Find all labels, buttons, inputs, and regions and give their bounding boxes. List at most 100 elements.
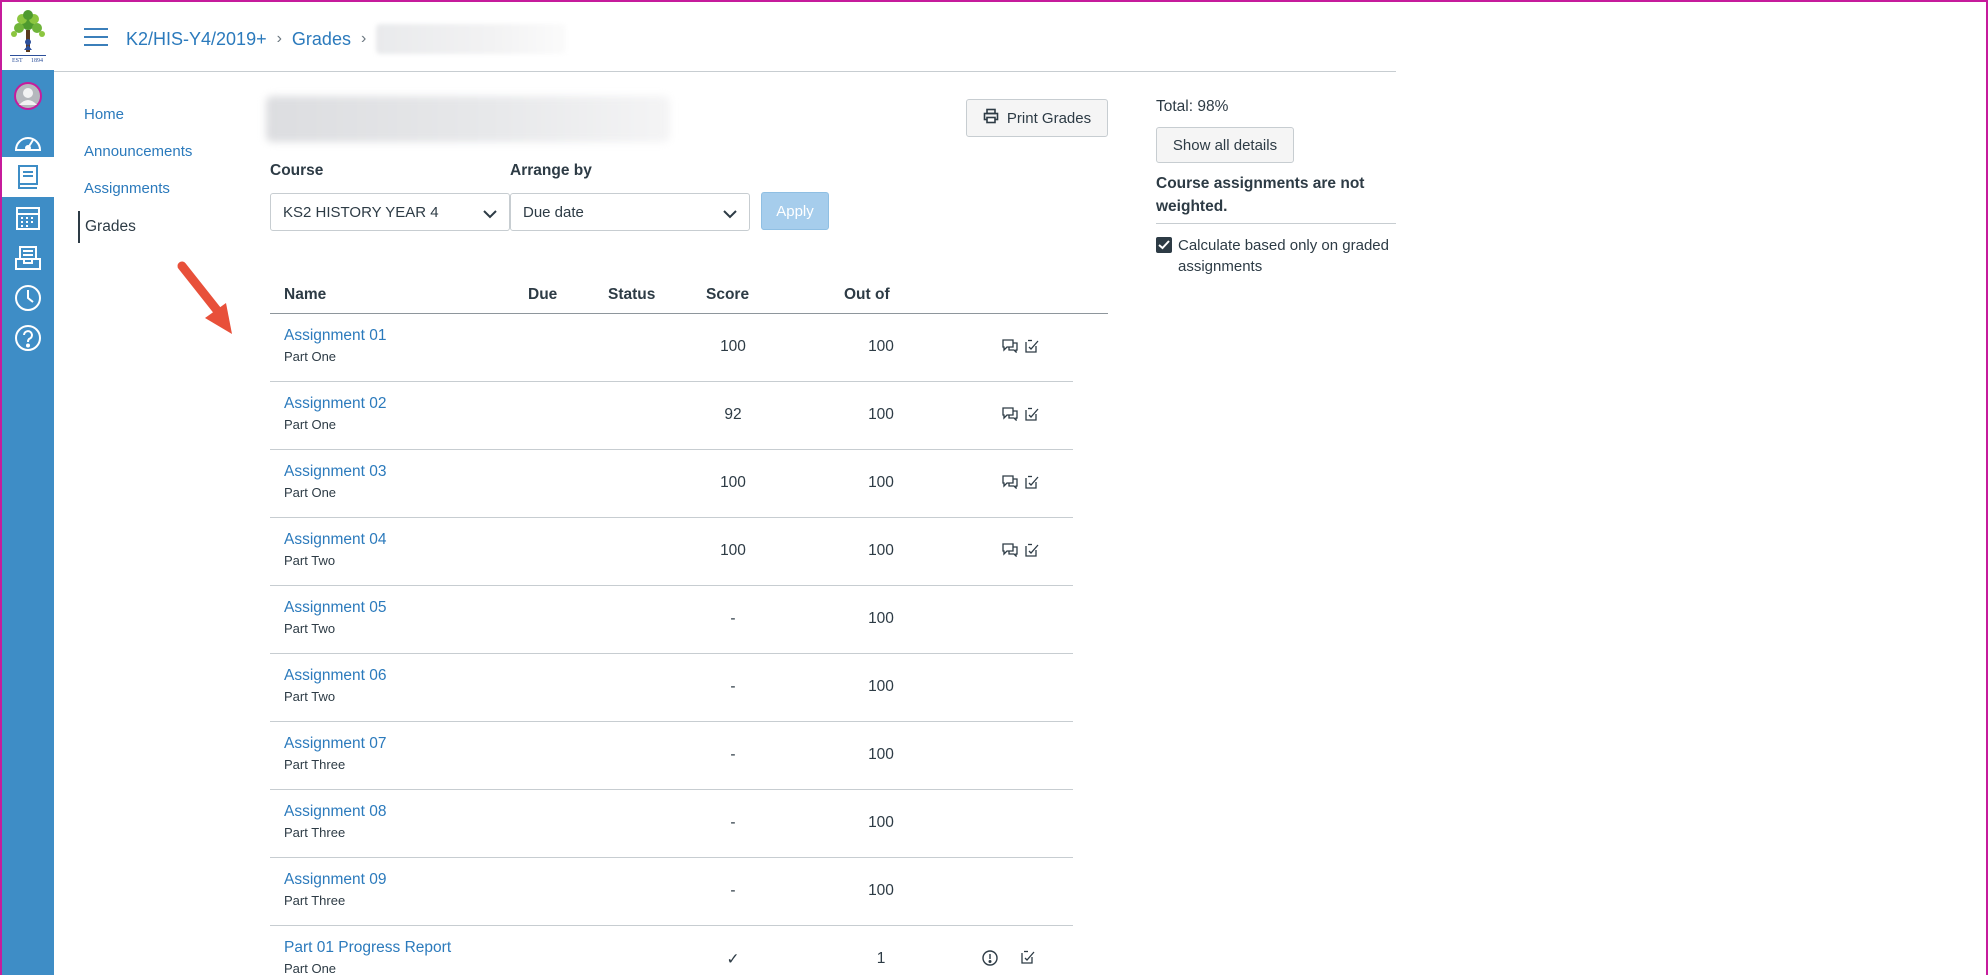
assignment-group: Part Two <box>284 553 336 568</box>
course-nav-assignments[interactable]: Assignments <box>78 174 248 211</box>
assignment-link[interactable]: Assignment 09 <box>284 871 387 889</box>
assignment-link[interactable]: Assignment 07 <box>284 735 387 753</box>
comments-icon[interactable] <box>1002 475 1018 489</box>
column-header-status[interactable]: Status <box>608 286 655 304</box>
rubric-icon[interactable] <box>1024 475 1040 489</box>
breadcrumb-separator-icon: › <box>360 30 367 47</box>
table-row: Assignment 04 Part Two 100 100 <box>270 518 1073 586</box>
chevron-down-icon <box>483 206 497 223</box>
breadcrumb-course[interactable]: K2/HIS-Y4/2019+ <box>126 29 267 50</box>
score-value: - <box>730 610 736 627</box>
rubric-icon[interactable] <box>1024 339 1040 353</box>
table-row: Assignment 06 Part Two - 100 <box>270 654 1073 722</box>
svg-text:1894: 1894 <box>31 58 43 64</box>
assignment-group: Part One <box>284 417 337 432</box>
assignment-group: Part One <box>284 961 337 975</box>
svg-text:EST: EST <box>12 58 23 64</box>
assignment-group: Part Three <box>284 757 346 772</box>
column-header-name[interactable]: Name <box>284 286 326 304</box>
assignment-link[interactable]: Part 01 Progress Report <box>284 939 451 957</box>
annotation-arrow-icon <box>177 261 232 334</box>
warning-icon[interactable] <box>982 950 998 966</box>
out-of-value: 100 <box>868 610 894 627</box>
rubric-icon[interactable] <box>1024 407 1040 421</box>
table-row: Assignment 05 Part Two - 100 <box>270 586 1073 654</box>
assignment-link[interactable]: Assignment 01 <box>284 327 387 345</box>
graded-only-checkbox[interactable] <box>1156 237 1172 253</box>
school-logo[interactable]: EST 1894 <box>2 2 54 70</box>
help-nav-item[interactable] <box>2 318 54 358</box>
show-all-details-button[interactable]: Show all details <box>1156 127 1294 163</box>
inbox-icon <box>14 245 42 271</box>
history-nav-item[interactable] <box>2 278 54 318</box>
assignment-link[interactable]: Assignment 04 <box>284 531 387 549</box>
score-value: - <box>730 882 736 899</box>
score-value: 100 <box>720 542 746 559</box>
column-header-out-of[interactable]: Out of <box>844 286 890 304</box>
rubric-icon[interactable] <box>1024 543 1040 557</box>
global-nav: EST 1894 <box>2 2 54 975</box>
row-actions <box>1002 339 1040 353</box>
page-header: K2/HIS-Y4/2019+ › Grades › <box>54 2 1396 72</box>
course-nav-home[interactable]: Home <box>78 100 248 137</box>
score-value: ✓ <box>726 951 740 968</box>
apply-button[interactable]: Apply <box>761 192 829 230</box>
score-value: 100 <box>720 474 746 491</box>
inbox-nav-item[interactable] <box>2 238 54 278</box>
score-value: - <box>730 814 736 831</box>
arrange-by-select[interactable]: Due date <box>510 193 750 231</box>
table-row: Assignment 01 Part One 100 100 <box>270 314 1073 382</box>
course-nav-announcements[interactable]: Announcements <box>78 137 248 174</box>
graded-only-label[interactable]: Calculate based only on graded assignmen… <box>1178 235 1396 277</box>
course-nav-grades[interactable]: Grades <box>78 211 248 243</box>
chevron-down-icon <box>723 206 737 223</box>
course-nav: Home Announcements Assignments Grades <box>78 100 248 243</box>
breadcrumb-grades[interactable]: Grades <box>292 29 351 50</box>
out-of-value: 100 <box>868 678 894 695</box>
table-row: Assignment 09 Part Three - 100 <box>270 858 1073 926</box>
arrange-filter-label: Arrange by <box>510 162 592 179</box>
dashboard-nav-item[interactable] <box>2 122 54 162</box>
out-of-value: 100 <box>868 542 894 559</box>
out-of-value: 100 <box>868 338 894 355</box>
calendar-nav-item[interactable] <box>2 198 54 238</box>
rubric-icon[interactable] <box>1020 950 1036 966</box>
assignment-link[interactable]: Assignment 05 <box>284 599 387 617</box>
menu-toggle-icon[interactable] <box>84 28 108 46</box>
score-value: - <box>730 678 736 695</box>
divider <box>1156 223 1396 224</box>
table-row: Assignment 07 Part Three - 100 <box>270 722 1073 790</box>
assignment-group: Part One <box>284 485 337 500</box>
assignment-group: Part Three <box>284 825 346 840</box>
column-header-score[interactable]: Score <box>706 286 749 304</box>
courses-nav-item[interactable] <box>2 157 54 197</box>
total-grade: Total: 98% <box>1156 98 1229 115</box>
table-row: Part 01 Progress Report Part One ✓ 1 <box>270 926 1073 975</box>
assignment-link[interactable]: Assignment 02 <box>284 395 387 413</box>
out-of-value: 1 <box>876 950 886 967</box>
score-value: 100 <box>720 338 746 355</box>
print-grades-label: Print Grades <box>1006 109 1092 127</box>
course-select[interactable]: KS2 HISTORY YEAR 4 <box>270 193 510 231</box>
assignment-group: Part Two <box>284 689 336 704</box>
assignment-link[interactable]: Assignment 06 <box>284 667 387 685</box>
arrange-by-select-value: Due date <box>523 203 584 221</box>
grades-table-header: Name Due Status Score Out of <box>270 284 1108 314</box>
weighting-note: Course assignments are not weighted. <box>1156 175 1365 215</box>
comments-icon[interactable] <box>1002 407 1018 421</box>
print-grades-button[interactable]: Print Grades <box>966 99 1108 137</box>
account-nav-item[interactable] <box>2 76 54 116</box>
comments-icon[interactable] <box>1002 339 1018 353</box>
breadcrumb-student-redacted <box>376 24 567 54</box>
assignment-link[interactable]: Assignment 08 <box>284 803 387 821</box>
comments-icon[interactable] <box>1002 543 1018 557</box>
row-actions <box>982 950 1036 966</box>
table-row: Assignment 03 Part One 100 100 <box>270 450 1073 518</box>
column-header-due[interactable]: Due <box>528 286 557 304</box>
course-select-value: KS2 HISTORY YEAR 4 <box>283 203 439 221</box>
row-actions <box>1002 475 1040 489</box>
history-icon <box>14 284 42 312</box>
assignment-link[interactable]: Assignment 03 <box>284 463 387 481</box>
help-icon <box>14 324 42 352</box>
breadcrumb: K2/HIS-Y4/2019+ › Grades › <box>126 24 567 54</box>
